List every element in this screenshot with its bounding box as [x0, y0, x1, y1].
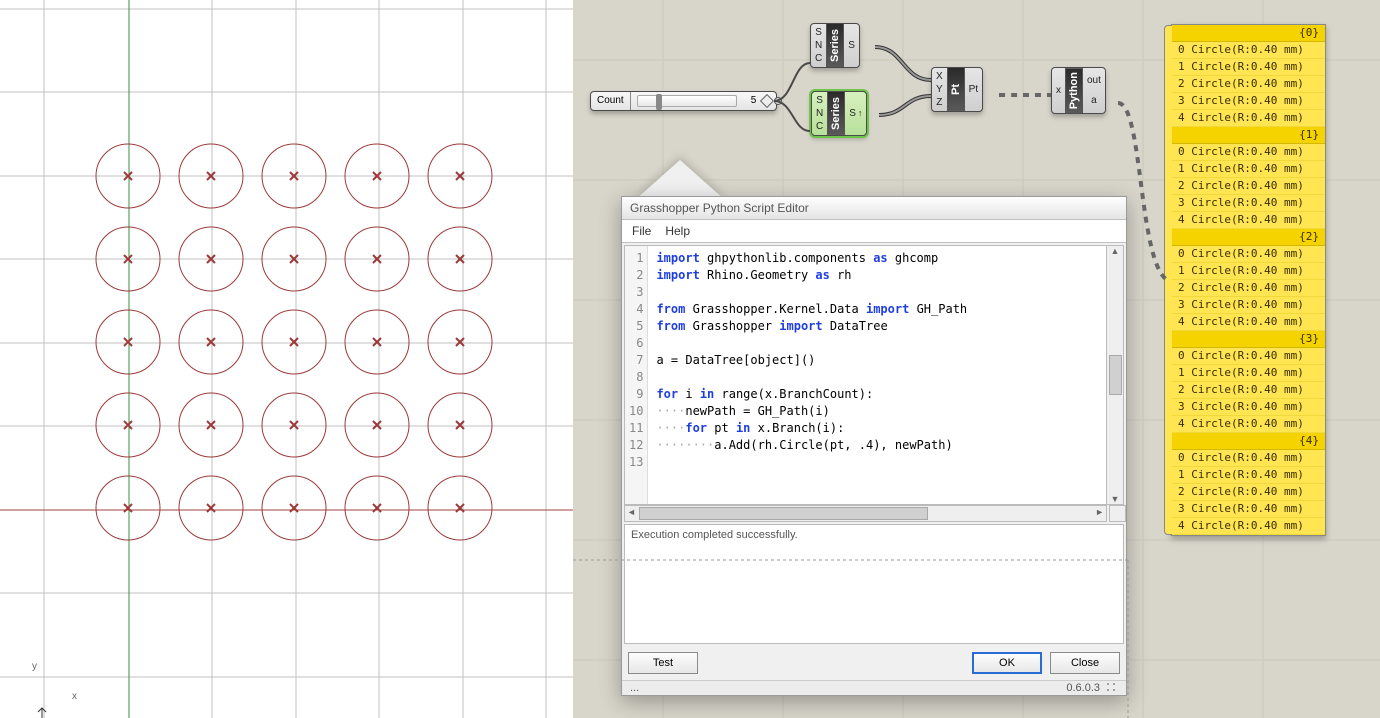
- ok-button[interactable]: OK: [972, 652, 1042, 674]
- rhino-viewport[interactable]: x y: [0, 0, 573, 718]
- vertical-scrollbar[interactable]: ▲▼: [1106, 246, 1123, 504]
- panel-row: 2 Circle(R:0.40 mm): [1172, 280, 1325, 297]
- panel-branch-head: {0}: [1172, 25, 1325, 42]
- panel-row: 3 Circle(R:0.40 mm): [1172, 297, 1325, 314]
- panel-row: 2 Circle(R:0.40 mm): [1172, 484, 1325, 501]
- editor-title: Grasshopper Python Script Editor: [622, 197, 1126, 220]
- panel-row: 2 Circle(R:0.40 mm): [1172, 382, 1325, 399]
- file-menu[interactable]: File: [632, 224, 651, 238]
- series2-label: Series: [828, 92, 844, 135]
- pt-label: Pt: [948, 68, 964, 111]
- pt-input-y[interactable]: Y: [936, 83, 943, 96]
- number-slider[interactable]: Count 5: [590, 91, 777, 111]
- series-component-2[interactable]: S N C Series S ↑: [811, 91, 867, 136]
- panel-branch-head: {1}: [1172, 127, 1325, 144]
- code-text[interactable]: import ghpythonlib.components as ghcomp …: [648, 246, 1123, 504]
- help-menu[interactable]: Help: [665, 224, 690, 238]
- panel-row: 4 Circle(R:0.40 mm): [1172, 518, 1325, 535]
- series1-output-s[interactable]: S: [848, 39, 855, 52]
- test-button[interactable]: Test: [628, 652, 698, 674]
- editor-menubar: File Help: [622, 220, 1126, 243]
- python-output-a[interactable]: a: [1087, 94, 1101, 107]
- panel-row: 1 Circle(R:0.40 mm): [1172, 365, 1325, 382]
- y-axis-label: y: [32, 661, 37, 672]
- panel-branch-head: {4}: [1172, 433, 1325, 450]
- panel-row: 4 Circle(R:0.40 mm): [1172, 416, 1325, 433]
- output-pane: Execution completed successfully.: [624, 524, 1124, 644]
- panel-branch-head: {3}: [1172, 331, 1325, 348]
- slider-track[interactable]: [637, 95, 737, 107]
- panel-row: 3 Circle(R:0.40 mm): [1172, 195, 1325, 212]
- panel-row: 1 Circle(R:0.40 mm): [1172, 467, 1325, 484]
- editor-statusbar: ... 0.6.0.3: [622, 680, 1126, 695]
- resize-grip-icon[interactable]: [1106, 682, 1118, 694]
- panel-row: 0 Circle(R:0.40 mm): [1172, 246, 1325, 263]
- panel-row: 0 Circle(R:0.40 mm): [1172, 348, 1325, 365]
- python-input-x[interactable]: x: [1056, 84, 1061, 97]
- horizontal-scrollbar[interactable]: [624, 505, 1107, 522]
- panel-row: 1 Circle(R:0.40 mm): [1172, 161, 1325, 178]
- graft-icon: ↑: [858, 107, 863, 120]
- python-output-out[interactable]: out: [1087, 74, 1101, 87]
- pt-output[interactable]: Pt: [969, 83, 978, 96]
- editor-pointer-icon: [635, 160, 725, 200]
- python-component[interactable]: x Python out a: [1051, 67, 1106, 114]
- series2-input-c[interactable]: C: [816, 120, 823, 133]
- panel-row: 2 Circle(R:0.40 mm): [1172, 76, 1325, 93]
- python-label: Python: [1066, 68, 1082, 113]
- line-number-gutter: 12345678910111213: [625, 246, 648, 504]
- panel-row: 3 Circle(R:0.40 mm): [1172, 501, 1325, 518]
- panel-row: 0 Circle(R:0.40 mm): [1172, 450, 1325, 467]
- panel-row: 4 Circle(R:0.40 mm): [1172, 110, 1325, 127]
- panel-row: 3 Circle(R:0.40 mm): [1172, 399, 1325, 416]
- panel-row: 0 Circle(R:0.40 mm): [1172, 144, 1325, 161]
- panel-branch-head: {2}: [1172, 229, 1325, 246]
- panel-row: 0 Circle(R:0.40 mm): [1172, 42, 1325, 59]
- series2-input-n[interactable]: N: [816, 107, 823, 120]
- code-area[interactable]: 12345678910111213 import ghpythonlib.com…: [624, 245, 1124, 505]
- series2-output-s[interactable]: S ↑: [849, 107, 862, 120]
- pt-input-x[interactable]: X: [936, 70, 943, 83]
- slider-label: Count: [591, 92, 631, 110]
- pt-input-z[interactable]: Z: [936, 96, 943, 109]
- python-script-editor[interactable]: Grasshopper Python Script Editor File He…: [621, 196, 1127, 696]
- series-component-1[interactable]: S N C Series S: [810, 23, 860, 68]
- panel-input-grip[interactable]: [1164, 25, 1172, 535]
- series1-input-n[interactable]: N: [815, 39, 822, 52]
- panel-row: 3 Circle(R:0.40 mm): [1172, 93, 1325, 110]
- scrollbar-corner: [1109, 505, 1126, 522]
- close-button[interactable]: Close: [1050, 652, 1120, 674]
- series1-label: Series: [827, 24, 843, 67]
- series1-input-s[interactable]: S: [815, 26, 822, 39]
- slider-output-grip[interactable]: [774, 97, 782, 105]
- grasshopper-canvas[interactable]: Count 5 S N C Series S S N C Series S ↑: [573, 0, 1380, 718]
- panel-row: 1 Circle(R:0.40 mm): [1172, 263, 1325, 280]
- panel-row: 2 Circle(R:0.40 mm): [1172, 178, 1325, 195]
- series1-input-c[interactable]: C: [815, 52, 822, 65]
- x-axis-label: x: [72, 691, 77, 702]
- data-panel[interactable]: {0}0 Circle(R:0.40 mm)1 Circle(R:0.40 mm…: [1171, 24, 1326, 536]
- point-component[interactable]: X Y Z Pt Pt: [931, 67, 983, 112]
- panel-row: 4 Circle(R:0.40 mm): [1172, 212, 1325, 229]
- panel-row: 1 Circle(R:0.40 mm): [1172, 59, 1325, 76]
- series2-input-s[interactable]: S: [816, 94, 823, 107]
- circle-grid: [0, 0, 573, 718]
- panel-row: 4 Circle(R:0.40 mm): [1172, 314, 1325, 331]
